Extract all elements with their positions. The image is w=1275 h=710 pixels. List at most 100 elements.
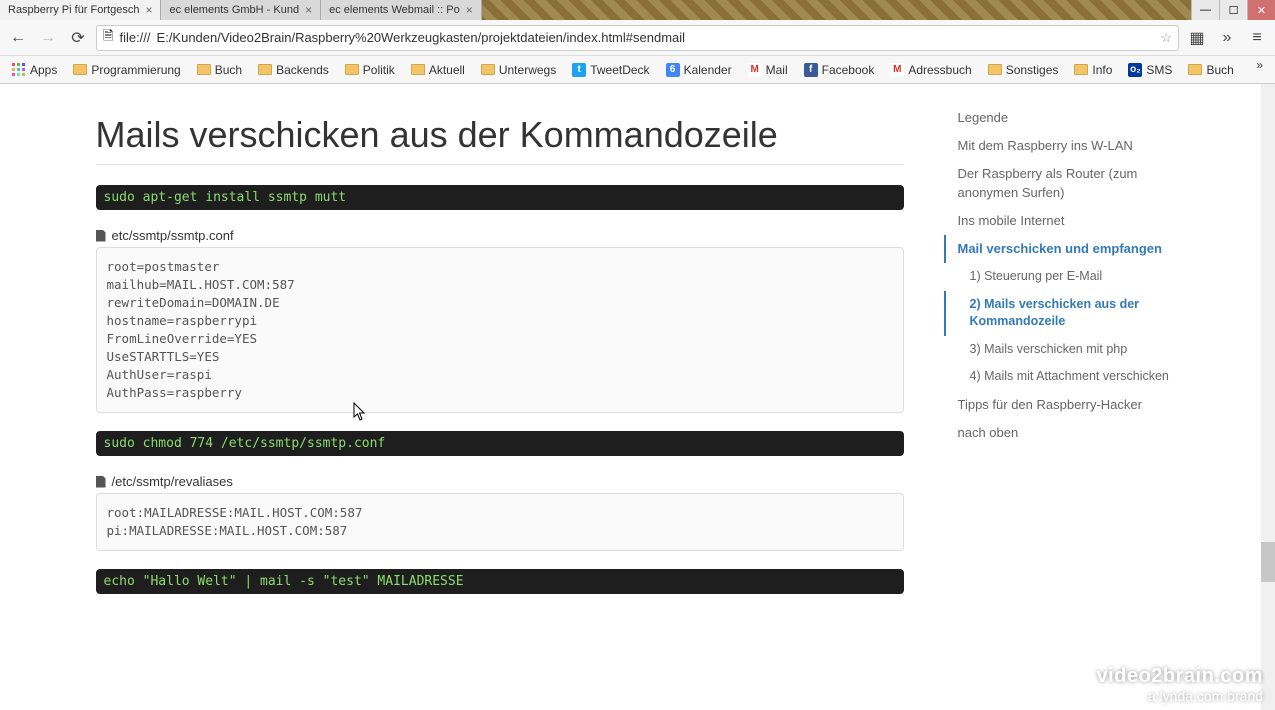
toc-item[interactable]: Mail verschicken und empfangen bbox=[944, 235, 1179, 263]
bookmark-item[interactable]: Unterwegs bbox=[475, 61, 562, 79]
bookmark-item[interactable]: f Facebook bbox=[798, 61, 881, 79]
browser-tab[interactable]: ec elements GmbH - Kund× bbox=[161, 0, 321, 20]
reload-button[interactable]: ⟳ bbox=[66, 26, 90, 50]
favicon-icon: o₂ bbox=[1128, 63, 1142, 77]
bookmark-label: Buch bbox=[1206, 63, 1233, 77]
bookmark-item[interactable]: Buch bbox=[1182, 61, 1239, 79]
qr-extension-icon[interactable]: ▦ bbox=[1185, 26, 1209, 50]
page-title: Mails verschicken aus der Kommandozeile bbox=[96, 114, 904, 165]
folder-icon bbox=[345, 64, 359, 75]
bookmark-star-icon[interactable]: ☆ bbox=[1160, 30, 1172, 46]
folder-icon bbox=[73, 64, 87, 75]
url-path: E:/Kunden/Video2Brain/Raspberry%20Werkze… bbox=[157, 30, 686, 45]
browser-tab[interactable]: ec elements Webmail :: Po × bbox=[321, 0, 482, 20]
file-label-1: etc/ssmtp/ssmtp.conf bbox=[96, 228, 904, 243]
extensions-overflow-icon[interactable]: » bbox=[1215, 26, 1239, 50]
browser-toolbar: ← → ⟳ 🗎 file:/// E:/Kunden/Video2Brain/R… bbox=[0, 20, 1275, 56]
bookmark-item[interactable]: 6Kalender bbox=[660, 61, 738, 79]
favicon-icon: 6 bbox=[666, 63, 680, 77]
bookmark-item[interactable]: Sonstiges bbox=[982, 61, 1065, 79]
file-icon bbox=[96, 230, 106, 242]
file-path: etc/ssmtp/ssmtp.conf bbox=[112, 228, 234, 243]
bookmark-label: Mail bbox=[766, 63, 788, 77]
toc-item[interactable]: Mit dem Raspberry ins W-LAN bbox=[944, 132, 1179, 160]
mouse-cursor-icon bbox=[353, 402, 367, 422]
window-titlebar: Raspberry Pi für Fortgesch×ec elements G… bbox=[0, 0, 1275, 20]
close-icon[interactable]: × bbox=[305, 3, 312, 17]
bookmark-item[interactable]: o₂ SMS bbox=[1122, 61, 1178, 79]
favicon-icon: f bbox=[804, 63, 818, 77]
bookmark-item[interactable]: M Mail bbox=[742, 61, 794, 79]
bookmark-item[interactable]: Buch bbox=[191, 61, 248, 79]
bookmark-label: Unterwegs bbox=[499, 63, 556, 77]
close-icon[interactable]: × bbox=[466, 3, 473, 17]
bookmarks-bar: Apps Programmierung Buch Backends Politik Akt… bbox=[0, 56, 1275, 84]
close-icon[interactable]: × bbox=[145, 3, 152, 17]
toc-subitem[interactable]: 1) Steuerung per E-Mail bbox=[944, 263, 1179, 291]
favicon-icon: M bbox=[890, 63, 904, 77]
file-icon: 🗎 bbox=[103, 27, 113, 49]
config-block-1: root=postmaster mailhub=MAIL.HOST.COM:58… bbox=[96, 247, 904, 413]
window-maximize-button[interactable]: ☐ bbox=[1219, 0, 1247, 20]
bookmark-label: Info bbox=[1092, 63, 1112, 77]
bookmark-label: Backends bbox=[276, 63, 329, 77]
folder-icon bbox=[258, 64, 272, 75]
bookmark-label: TweetDeck bbox=[590, 63, 649, 77]
favicon-icon: t bbox=[572, 63, 586, 77]
toc-item[interactable]: Ins mobile Internet bbox=[944, 207, 1179, 235]
bookmark-label: Adressbuch bbox=[908, 63, 971, 77]
page-viewport: Mails verschicken aus der Kommandozeile … bbox=[0, 84, 1275, 710]
tab-title: Raspberry Pi für Fortgesch bbox=[8, 4, 139, 16]
toc-item[interactable]: Legende bbox=[944, 104, 1179, 132]
bookmarks-overflow[interactable]: » bbox=[1250, 56, 1269, 74]
apps-icon bbox=[12, 63, 26, 77]
bookmark-label: SMS bbox=[1146, 63, 1172, 77]
toc-sidebar: LegendeMit dem Raspberry ins W-LANDer Ra… bbox=[944, 104, 1179, 612]
toc-subitem[interactable]: 2) Mails verschicken aus der Kommandozei… bbox=[944, 291, 1179, 336]
bookmark-item[interactable]: M Adressbuch bbox=[884, 61, 977, 79]
vertical-scrollbar[interactable] bbox=[1261, 84, 1275, 710]
scrollbar-thumb[interactable] bbox=[1261, 542, 1275, 582]
window-close-button[interactable]: ✕ bbox=[1247, 0, 1275, 20]
forward-button[interactable]: → bbox=[36, 26, 60, 50]
toc-item[interactable]: Tipps für den Raspberry-Hacker bbox=[944, 391, 1179, 419]
bookmark-item[interactable]: Backends bbox=[252, 61, 335, 79]
bookmark-item[interactable]: t TweetDeck bbox=[566, 61, 655, 79]
article-main: Mails verschicken aus der Kommandozeile … bbox=[96, 104, 944, 612]
bookmark-label: Aktuell bbox=[429, 63, 465, 77]
bookmark-label: Buch bbox=[215, 63, 242, 77]
tab-title: ec elements Webmail :: Po bbox=[329, 4, 460, 16]
bookmark-item[interactable]: Apps bbox=[6, 61, 63, 79]
back-button[interactable]: ← bbox=[6, 26, 30, 50]
toc-subitem[interactable]: 4) Mails mit Attachment verschicken bbox=[944, 363, 1179, 391]
folder-icon bbox=[1074, 64, 1088, 75]
bookmark-item[interactable]: Programmierung bbox=[67, 61, 186, 79]
window-minimize-button[interactable]: — bbox=[1191, 0, 1219, 20]
bookmark-item[interactable]: Info bbox=[1068, 61, 1118, 79]
url-protocol: file:/// bbox=[119, 30, 150, 45]
bookmark-label: Politik bbox=[363, 63, 395, 77]
folder-icon bbox=[1188, 64, 1202, 75]
toc-item[interactable]: nach oben bbox=[944, 419, 1179, 447]
toc-subitem[interactable]: 3) Mails verschicken mit php bbox=[944, 336, 1179, 364]
bookmark-item[interactable]: Politik bbox=[339, 61, 401, 79]
address-bar[interactable]: 🗎 file:/// E:/Kunden/Video2Brain/Raspber… bbox=[96, 25, 1179, 51]
tab-strip: Raspberry Pi für Fortgesch×ec elements G… bbox=[0, 0, 1191, 20]
file-path: /etc/ssmtp/revaliases bbox=[112, 474, 233, 489]
browser-tab[interactable]: Raspberry Pi für Fortgesch × bbox=[0, 0, 161, 20]
file-icon bbox=[96, 476, 106, 488]
command-block-2: sudo chmod 774 /etc/ssmtp/ssmtp.conf bbox=[96, 431, 904, 456]
bookmark-label: Apps bbox=[30, 63, 57, 77]
favicon-icon: M bbox=[748, 63, 762, 77]
config-block-2: root:MAILADRESSE:MAIL.HOST.COM:587 pi:MA… bbox=[96, 493, 904, 551]
watermark-subtitle: a lynda.com brand bbox=[1097, 688, 1263, 704]
toc-item[interactable]: Der Raspberry als Router (zum anonymen S… bbox=[944, 160, 1179, 206]
command-block-1: sudo apt-get install ssmtp mutt bbox=[96, 185, 904, 210]
bookmark-item[interactable]: Aktuell bbox=[405, 61, 471, 79]
bookmark-label: Facebook bbox=[822, 63, 875, 77]
menu-button[interactable]: ≡ bbox=[1245, 26, 1269, 50]
watermark-title: video2brain.com bbox=[1097, 665, 1263, 688]
folder-icon bbox=[411, 64, 425, 75]
folder-icon bbox=[481, 64, 495, 75]
bookmark-label: Programmierung bbox=[91, 63, 180, 77]
